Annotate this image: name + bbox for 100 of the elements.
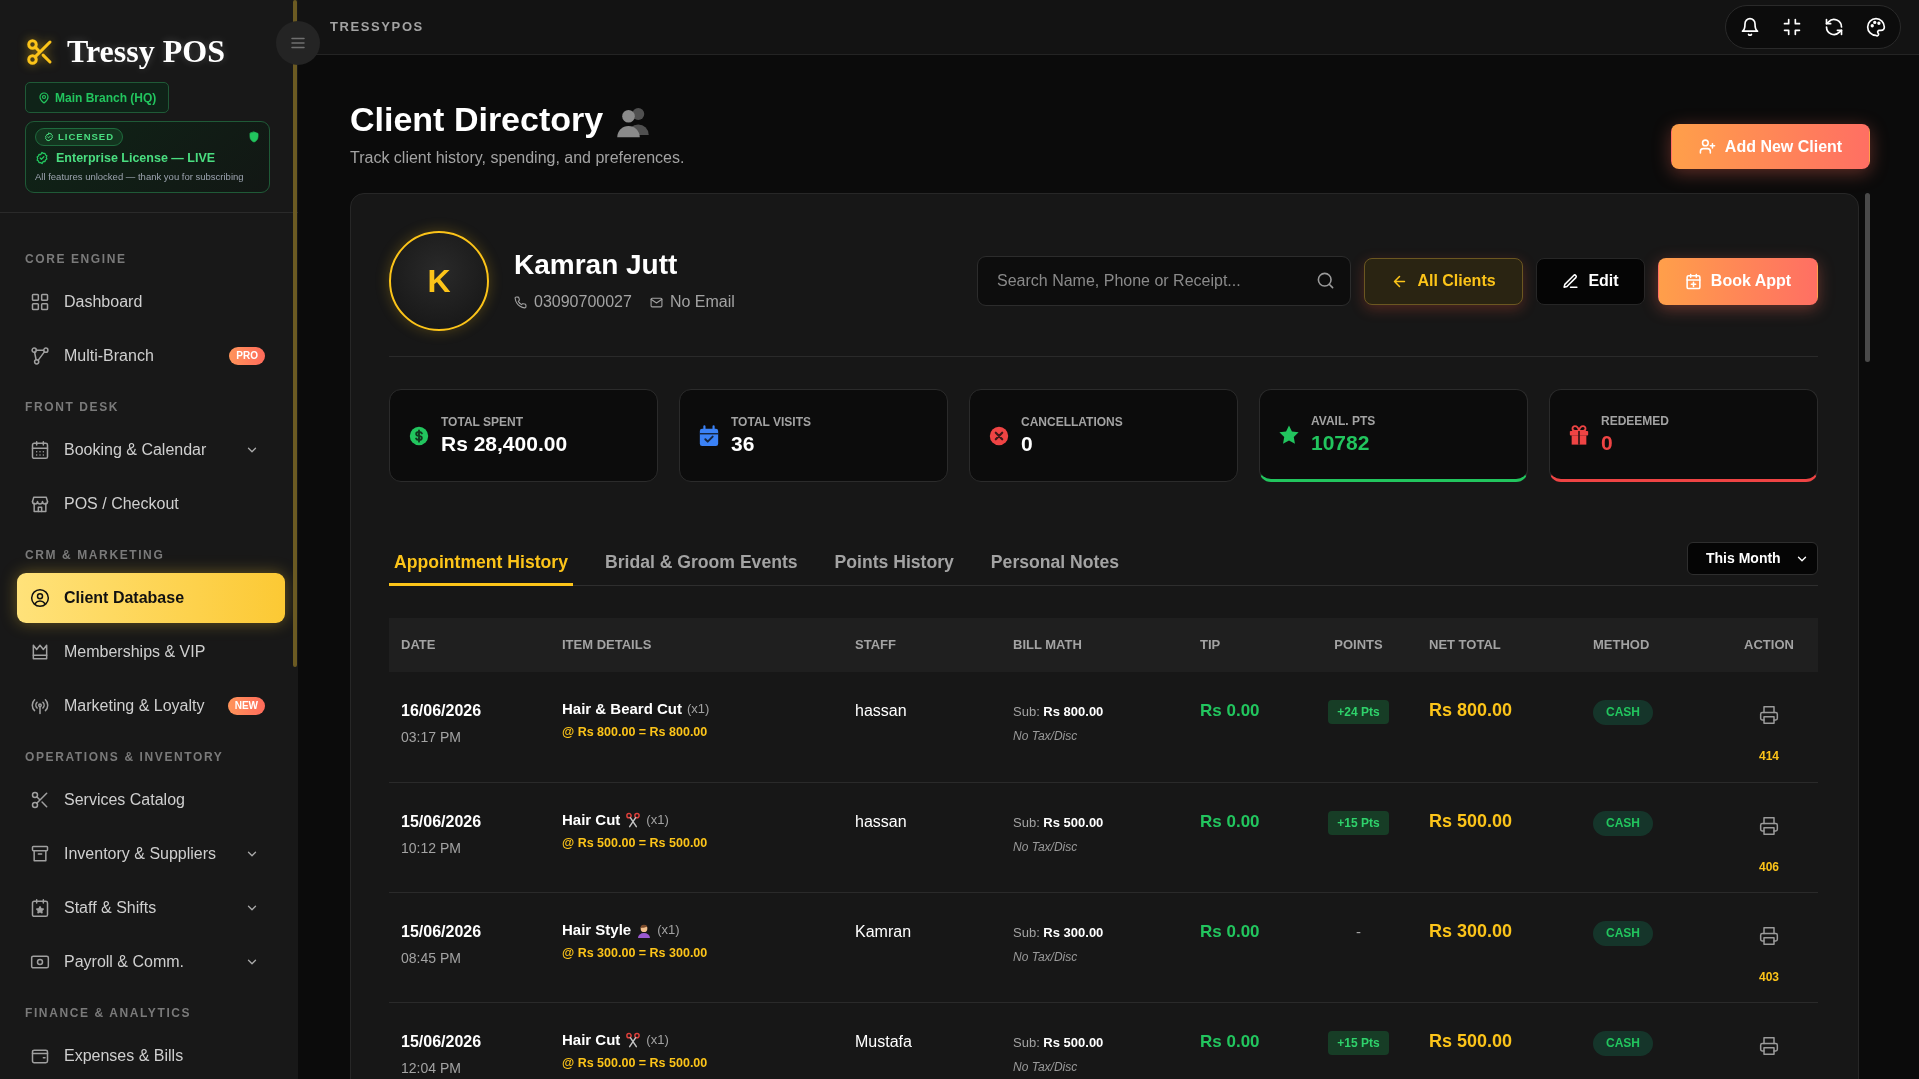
sidebar-item[interactable]: Dashboard — [17, 279, 285, 325]
bell-icon — [1740, 17, 1760, 37]
quantity-text: (x1) — [646, 810, 669, 829]
time-text: 08:45 PM — [401, 948, 461, 967]
search-icon — [1316, 271, 1335, 290]
print-button[interactable] — [1759, 1035, 1779, 1056]
points-badge: +15 Pts — [1328, 810, 1389, 835]
section-label: CORE ENGINE — [25, 251, 128, 267]
section-label: OPERATIONS & INVENTORY — [25, 749, 225, 765]
bill-note: No Tax/Disc — [1013, 948, 1078, 965]
date-text: 15/06/2026 — [401, 921, 482, 942]
tip-amount: Rs 0.00 — [1200, 921, 1260, 942]
user-plus-icon — [1698, 138, 1716, 155]
sidebar-item[interactable]: Expenses & Bills — [17, 1033, 285, 1079]
time-text: 12:04 PM — [401, 1058, 461, 1077]
service-name: Hair Cut — [562, 809, 621, 830]
bill-note: No Tax/Disc — [1013, 728, 1078, 744]
all-clients-button[interactable]: All Clients — [1364, 257, 1523, 305]
tab[interactable]: Bridal & Groom Events — [600, 542, 803, 586]
shield-icon — [248, 131, 260, 143]
staff-name: Mustafa — [855, 1031, 912, 1052]
search-field[interactable]: Search Name, Phone or Receipt... — [977, 256, 1351, 306]
user-circle-icon — [30, 588, 50, 608]
staff-name: hassan — [855, 701, 907, 721]
net-total: Rs 800.00 — [1429, 699, 1513, 721]
net-total: Rs 300.00 — [1429, 919, 1513, 942]
branch-chip: Main Branch (HQ) — [25, 82, 170, 113]
staff-name: hassan — [855, 811, 907, 832]
license-tag: LICENSED — [35, 128, 124, 146]
feature-badge: NEW — [227, 697, 265, 715]
sidebar-item[interactable]: Marketing & Loyalty NEW — [17, 683, 285, 729]
bill-subtotal: Sub: Rs 300.00 — [1013, 923, 1104, 942]
quantity-text: (x1) — [657, 920, 680, 939]
grid-icon — [30, 292, 50, 312]
sidebar-item[interactable]: Multi-Branch PRO — [17, 333, 285, 379]
print-button[interactable] — [1759, 815, 1779, 836]
column-header: DATE — [389, 618, 550, 672]
receipt-number: 406 — [1759, 858, 1779, 875]
scrollbar-thumb[interactable] — [1865, 193, 1870, 362]
page-subtitle: Track client history, spending, and preferences. — [350, 148, 685, 168]
stat-label: CANCELLATIONS — [1021, 414, 1123, 430]
edit-button[interactable]: Edit — [1536, 257, 1645, 305]
net-total: Rs 500.00 — [1429, 1029, 1513, 1052]
tab[interactable]: Points History — [829, 542, 959, 586]
license-note: All features unlocked — thank you for subscribing — [35, 169, 245, 184]
check-badge-icon — [44, 132, 54, 142]
antenna-icon — [30, 696, 50, 716]
sidebar-item[interactable]: Inventory & Suppliers — [17, 831, 285, 877]
print-button[interactable] — [1759, 705, 1779, 725]
stat-value: Rs 28,400.00 — [441, 430, 568, 457]
column-header: TIP — [1188, 618, 1300, 672]
payment-method-badge: CASH — [1593, 1030, 1653, 1056]
refresh-icon — [1824, 17, 1844, 37]
scissors-emoji-icon — [625, 811, 642, 828]
quantity-text: (x1) — [687, 700, 710, 719]
price-calculation: @ Rs 500.00 = Rs 500.00 — [562, 1054, 708, 1072]
stat-value: 10782 — [1311, 429, 1371, 456]
printer-icon — [1759, 815, 1779, 836]
column-header: ITEM DETAILS — [550, 618, 843, 672]
license-title: Enterprise License — LIVE — [56, 150, 216, 167]
bill-subtotal: Sub: Rs 500.00 — [1013, 813, 1104, 832]
sidebar-item[interactable]: Payroll & Comm. — [17, 939, 285, 985]
printer-icon — [1759, 1035, 1779, 1056]
period-select[interactable]: This Month — [1687, 542, 1818, 575]
storefront-icon — [30, 494, 50, 514]
scissors-icon — [30, 790, 50, 810]
palette-icon — [1866, 17, 1886, 37]
sidebar-item[interactable]: Client Database — [17, 573, 285, 623]
nodes-icon — [30, 346, 50, 366]
scrollbar-thumb[interactable] — [293, 0, 297, 667]
bill-note: No Tax/Disc — [1013, 838, 1078, 855]
sidebar-item[interactable]: POS / Checkout — [17, 481, 285, 527]
staff-name: Kamran — [855, 921, 912, 942]
page-title: Client Directory — [350, 99, 604, 140]
client-phone: 03090700027 — [534, 292, 632, 312]
tab[interactable]: Personal Notes — [985, 542, 1124, 586]
bill-note: No Tax/Disc — [1013, 1058, 1078, 1075]
column-header: NET TOTAL — [1417, 618, 1581, 672]
crown-icon — [30, 642, 50, 662]
tip-amount: Rs 0.00 — [1200, 701, 1260, 721]
receipt-number: 414 — [1759, 748, 1779, 764]
stat-value: 0 — [1601, 429, 1614, 456]
bill-subtotal: Sub: Rs 500.00 — [1013, 1033, 1104, 1052]
mail-icon — [649, 295, 663, 309]
sidebar-item[interactable]: Staff & Shifts — [17, 885, 285, 931]
sidebar-item[interactable]: Memberships & VIP — [17, 629, 285, 675]
printer-icon — [1759, 925, 1779, 946]
payment-method-badge: CASH — [1593, 920, 1653, 946]
column-header: STAFF — [843, 618, 1001, 672]
date-text: 15/06/2026 — [401, 1031, 482, 1052]
time-text: 10:12 PM — [401, 838, 461, 857]
tip-amount: Rs 0.00 — [1200, 1031, 1260, 1052]
archive-box-icon — [30, 844, 50, 864]
sidebar-item[interactable]: Services Catalog — [17, 777, 285, 823]
sidebar-item[interactable]: Booking & Calendar — [17, 427, 285, 473]
print-button[interactable] — [1759, 925, 1779, 946]
section-label: FRONT DESK — [25, 399, 120, 415]
tab[interactable]: Appointment History — [389, 542, 573, 586]
date-text: 16/06/2026 — [401, 701, 482, 721]
stat-label: REDEEMED — [1601, 413, 1669, 429]
